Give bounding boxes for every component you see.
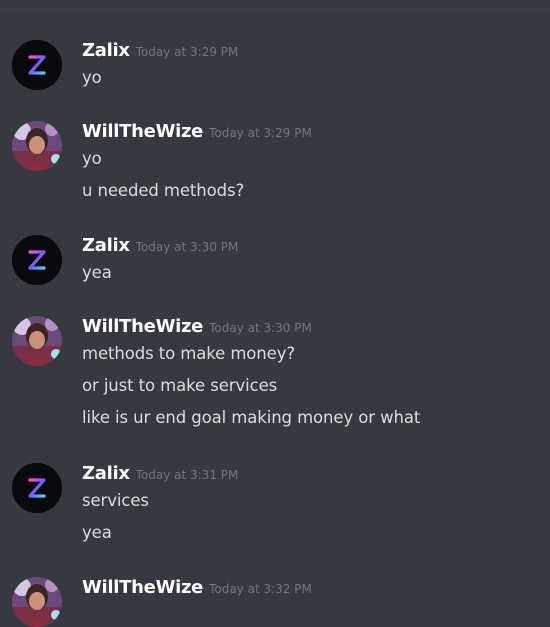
message-text: yo [82,68,102,87]
message-text: yea [82,263,112,282]
user-photo-avatar[interactable] [12,577,62,627]
timestamp: Today at 3:29 PM [135,45,239,59]
timestamp: Today at 3:32 PM [209,582,312,596]
message-header: WillTheWize Today at 3:29 PM [82,121,312,143]
username[interactable]: WillTheWize [82,316,203,337]
user-photo-avatar[interactable] [12,316,62,366]
channel-header-divider [0,14,550,15]
message-text: services [82,491,149,510]
message-text: methods to make money? [82,344,296,363]
username[interactable]: Zalix [82,235,130,256]
user-photo-avatar[interactable] [12,121,62,171]
z-logo-avatar[interactable] [12,463,62,513]
z-logo-avatar[interactable] [12,40,62,90]
username[interactable]: WillTheWize [82,121,203,142]
message-text: u needed methods? [82,181,245,200]
timestamp: Today at 3:29 PM [209,126,312,140]
timestamp: Today at 3:31 PM [135,468,239,482]
username[interactable]: Zalix [82,463,130,484]
message-text: yea [82,523,112,542]
message-text: like is ur end goal making money or what [82,408,421,427]
message-header: Zalix Today at 3:29 PM [82,40,238,62]
message-text: yo [82,149,102,168]
message-header: Zalix Today at 3:31 PM [82,463,238,485]
message-text: or just to make services [82,376,278,395]
message-header: WillTheWize Today at 3:30 PM [82,316,312,338]
z-logo-avatar[interactable] [12,235,62,285]
username[interactable]: Zalix [82,40,130,61]
message-header: Zalix Today at 3:30 PM [82,235,238,257]
timestamp: Today at 3:30 PM [209,321,312,335]
timestamp: Today at 3:30 PM [135,240,239,254]
username[interactable]: WillTheWize [82,577,203,598]
